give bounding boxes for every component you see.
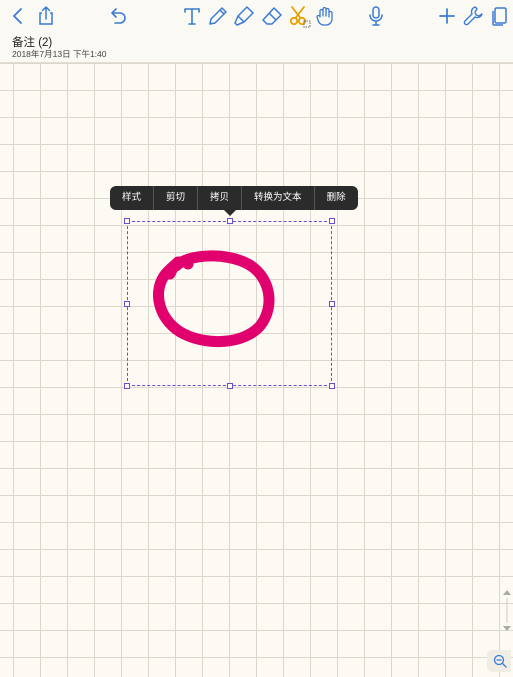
resize-handle-bottom[interactable] [227, 383, 233, 389]
resize-handle-top-left[interactable] [124, 218, 130, 224]
pen-icon[interactable] [206, 4, 230, 28]
context-menu-arrow [224, 210, 236, 216]
resize-handle-bottom-left[interactable] [124, 383, 130, 389]
eraser-icon[interactable] [260, 4, 284, 28]
zoom-button[interactable] [487, 650, 511, 672]
resize-handle-right[interactable] [329, 301, 335, 307]
toolbar [0, 0, 513, 32]
plus-icon[interactable] [435, 4, 459, 28]
pages-icon[interactable] [488, 4, 512, 28]
lasso-scissors-icon[interactable] [287, 4, 311, 28]
note-header: 备注 (2) 2018年7月13日 下午1:40 [0, 32, 513, 63]
hand-tool-icon[interactable] [313, 4, 337, 28]
share-icon[interactable] [34, 4, 58, 28]
text-tool-icon[interactable] [180, 4, 204, 28]
zoom-icon [487, 653, 511, 669]
menu-item-copy[interactable]: 拷贝 [198, 186, 243, 210]
microphone-icon[interactable] [364, 4, 388, 28]
resize-handle-top[interactable] [227, 218, 233, 224]
wrench-icon[interactable] [461, 4, 485, 28]
resize-handle-left[interactable] [124, 301, 130, 307]
back-chevron-icon[interactable] [6, 4, 30, 28]
context-menu: 样式 剪切 拷贝 转换为文本 删除 [110, 186, 358, 210]
menu-item-cut[interactable]: 剪切 [154, 186, 199, 210]
menu-item-convert-to-text[interactable]: 转换为文本 [242, 186, 315, 210]
highlighter-icon[interactable] [232, 4, 256, 28]
ink-stroke-circle[interactable] [148, 246, 280, 356]
undo-icon[interactable] [106, 4, 130, 28]
resize-handle-top-right[interactable] [329, 218, 335, 224]
menu-item-style[interactable]: 样式 [110, 186, 155, 210]
note-date: 2018年7月13日 下午1:40 [12, 49, 107, 59]
page-navigator[interactable] [501, 588, 513, 633]
resize-handle-bottom-right[interactable] [329, 383, 335, 389]
menu-item-delete[interactable]: 删除 [315, 186, 358, 210]
